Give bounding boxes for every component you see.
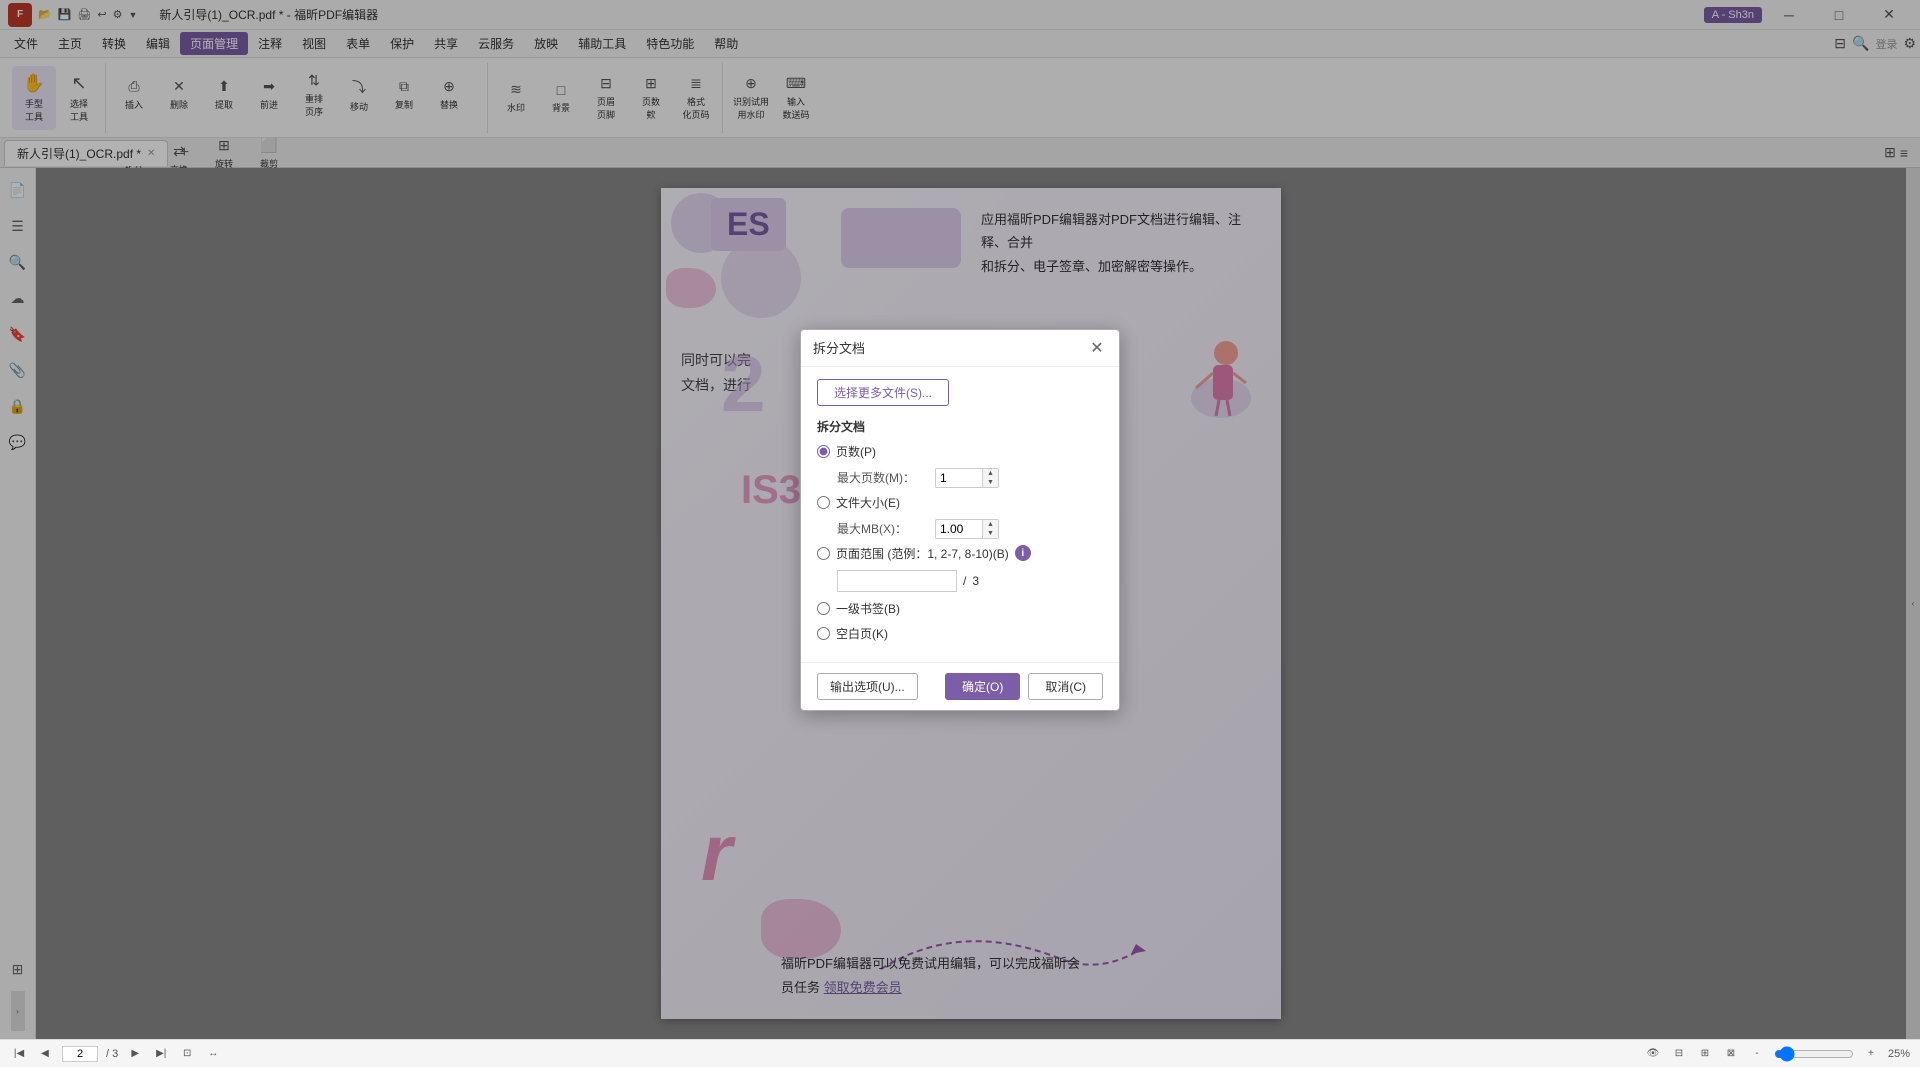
option-blank-radio[interactable] bbox=[817, 627, 830, 640]
page-range-input[interactable] bbox=[837, 570, 957, 592]
zoom-slider[interactable] bbox=[1774, 1046, 1854, 1062]
max-pages-up[interactable]: ▲ bbox=[983, 469, 998, 478]
output-options-button[interactable]: 输出选项(U)... bbox=[817, 673, 918, 700]
dialog-title: 拆分文档 bbox=[813, 338, 865, 357]
view-mode-3[interactable]: ⊞ bbox=[1696, 1045, 1714, 1063]
modal-overlay: 拆分文档 ✕ 选择更多文件(S)... 拆分文档 页数(P) 最大页数(M)： … bbox=[0, 0, 1920, 1039]
max-mb-label: 最大MB(X)： bbox=[837, 520, 927, 537]
page-total-label: / 3 bbox=[106, 1048, 118, 1060]
view-mode-4[interactable]: ⊠ bbox=[1722, 1045, 1740, 1063]
option-blank-row: 空白页(K) bbox=[817, 625, 1103, 642]
max-mb-spinner[interactable]: 1.00 ▲ ▼ bbox=[935, 519, 999, 539]
page-slash: / bbox=[963, 574, 966, 588]
dialog-action-buttons: 确定(O) 取消(C) bbox=[945, 673, 1103, 700]
split-dialog: 拆分文档 ✕ 选择更多文件(S)... 拆分文档 页数(P) 最大页数(M)： … bbox=[800, 329, 1120, 711]
option-pages-radio[interactable] bbox=[817, 445, 830, 458]
section-label: 拆分文档 bbox=[817, 418, 1103, 435]
page-number-input[interactable] bbox=[62, 1046, 98, 1062]
nav-first-button[interactable]: |◀ bbox=[10, 1045, 28, 1063]
page-range-input-row: / 3 bbox=[837, 570, 1103, 592]
option-pages-label[interactable]: 页数(P) bbox=[836, 443, 876, 460]
confirm-button[interactable]: 确定(O) bbox=[945, 673, 1020, 700]
dialog-close-button[interactable]: ✕ bbox=[1087, 338, 1107, 358]
max-mb-input[interactable]: 1.00 bbox=[936, 520, 982, 538]
fit-width-button[interactable]: ↔ bbox=[204, 1045, 222, 1063]
zoom-level-label: 25% bbox=[1888, 1048, 1910, 1060]
option-bookmark-label[interactable]: 一级书签(B) bbox=[836, 600, 900, 617]
max-pages-spinner[interactable]: 1 ▲ ▼ bbox=[935, 468, 999, 488]
max-mb-up[interactable]: ▲ bbox=[983, 520, 998, 529]
select-files-button[interactable]: 选择更多文件(S)... bbox=[817, 379, 949, 406]
max-pages-label: 最大页数(M)： bbox=[837, 469, 927, 486]
dialog-header: 拆分文档 ✕ bbox=[801, 330, 1119, 367]
info-icon[interactable]: i bbox=[1015, 545, 1031, 561]
option-pagerange-radio[interactable] bbox=[817, 547, 830, 560]
max-pages-input[interactable]: 1 bbox=[936, 469, 982, 487]
max-mb-down[interactable]: ▼ bbox=[983, 529, 998, 538]
option-bookmark-row: 一级书签(B) bbox=[817, 600, 1103, 617]
view-mode-1[interactable]: 👁 bbox=[1644, 1045, 1662, 1063]
option-filesize-row: 文件大小(E) bbox=[817, 494, 1103, 511]
max-mb-arrows: ▲ ▼ bbox=[982, 520, 998, 538]
max-mb-field-row: 最大MB(X)： 1.00 ▲ ▼ bbox=[837, 519, 1103, 539]
max-pages-arrows: ▲ ▼ bbox=[982, 469, 998, 487]
fit-page-button[interactable]: ⊡ bbox=[178, 1045, 196, 1063]
zoom-in-button[interactable]: + bbox=[1862, 1045, 1880, 1063]
statusbar-right: 👁 ⊟ ⊞ ⊠ - + 25% bbox=[1644, 1045, 1910, 1063]
dialog-footer: 输出选项(U)... 确定(O) 取消(C) bbox=[801, 662, 1119, 710]
statusbar: |◀ ◀ / 3 ▶ ▶| ⊡ ↔ 👁 ⊟ ⊞ ⊠ - + 25% bbox=[0, 1039, 1920, 1067]
nav-next-button[interactable]: ▶ bbox=[126, 1045, 144, 1063]
view-mode-2[interactable]: ⊟ bbox=[1670, 1045, 1688, 1063]
statusbar-left: |◀ ◀ / 3 ▶ ▶| ⊡ ↔ bbox=[10, 1045, 222, 1063]
option-filesize-radio[interactable] bbox=[817, 496, 830, 509]
dialog-body: 选择更多文件(S)... 拆分文档 页数(P) 最大页数(M)： 1 ▲ ▼ bbox=[801, 367, 1119, 662]
nav-last-button[interactable]: ▶| bbox=[152, 1045, 170, 1063]
option-pagerange-label[interactable]: 页面范围 (范例：1, 2-7, 8-10)(B) bbox=[836, 545, 1009, 562]
max-pages-down[interactable]: ▼ bbox=[983, 478, 998, 487]
option-bookmark-radio[interactable] bbox=[817, 602, 830, 615]
max-pages-field-row: 最大页数(M)： 1 ▲ ▼ bbox=[837, 468, 1103, 488]
nav-prev-button[interactable]: ◀ bbox=[36, 1045, 54, 1063]
zoom-out-button[interactable]: - bbox=[1748, 1045, 1766, 1063]
cancel-button[interactable]: 取消(C) bbox=[1028, 673, 1103, 700]
page-total: 3 bbox=[972, 574, 979, 588]
option-blank-label[interactable]: 空白页(K) bbox=[836, 625, 888, 642]
option-pages-row: 页数(P) bbox=[817, 443, 1103, 460]
option-filesize-label[interactable]: 文件大小(E) bbox=[836, 494, 900, 511]
option-pagerange-row: 页面范围 (范例：1, 2-7, 8-10)(B) i bbox=[817, 545, 1103, 562]
